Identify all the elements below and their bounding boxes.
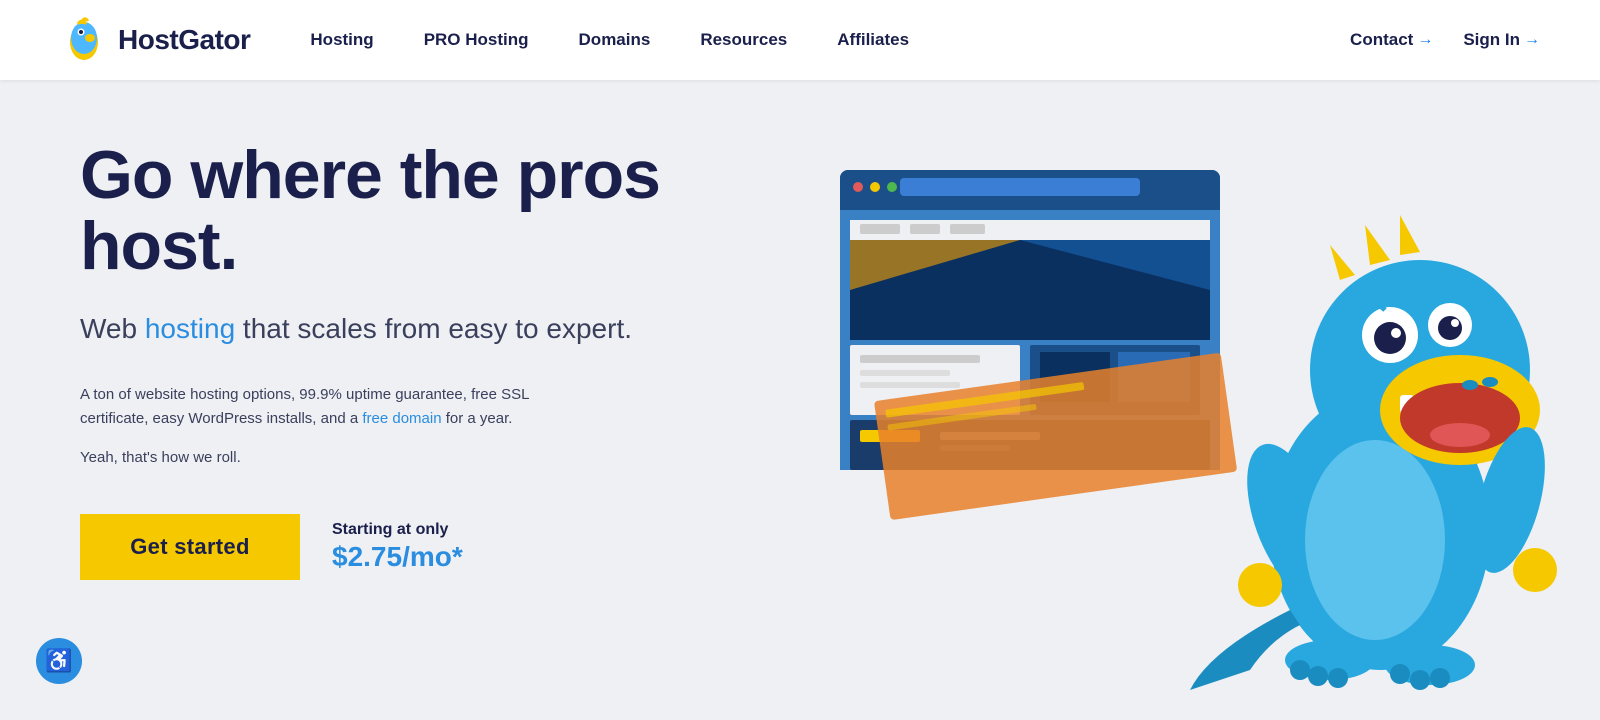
- subheadline-after: that scales from easy to expert.: [235, 313, 632, 344]
- accessibility-icon: ♿: [45, 648, 72, 674]
- illustration-area: [700, 80, 1600, 720]
- cta-area: Get started Starting at only $2.75/mo*: [80, 514, 700, 580]
- main-nav: Hosting PRO Hosting Domains Resources Af…: [310, 30, 1350, 50]
- accessibility-button[interactable]: ♿: [36, 638, 82, 684]
- gator-mascot: [1160, 170, 1580, 720]
- subheadline-highlight: hosting: [145, 313, 235, 344]
- nav-domains[interactable]: Domains: [579, 30, 651, 50]
- hero-description: A ton of website hosting options, 99.9% …: [80, 383, 560, 431]
- nav-sign-in[interactable]: Sign In →: [1463, 30, 1540, 50]
- desc-after-link: for a year.: [442, 410, 513, 427]
- subheadline-before: Web: [80, 313, 145, 344]
- free-domain-link[interactable]: free domain: [362, 410, 441, 427]
- logo-link[interactable]: HostGator: [60, 16, 250, 64]
- site-header: HostGator Hosting PRO Hosting Domains Re…: [0, 0, 1600, 80]
- logo-icon: [60, 16, 108, 64]
- nav-affiliates[interactable]: Affiliates: [837, 30, 909, 50]
- contact-arrow-icon: →: [1417, 31, 1433, 49]
- nav-contact[interactable]: Contact →: [1350, 30, 1433, 50]
- hero-subheadline: Web hosting that scales from easy to exp…: [80, 311, 700, 347]
- pricing-info: Starting at only $2.75/mo*: [332, 521, 463, 573]
- starting-label: Starting at only: [332, 521, 463, 539]
- signin-arrow-icon: →: [1524, 31, 1540, 49]
- price-display: $2.75/mo*: [332, 541, 463, 573]
- nav-pro-hosting[interactable]: PRO Hosting: [424, 30, 529, 50]
- brand-name: HostGator: [118, 24, 250, 56]
- nav-resources[interactable]: Resources: [700, 30, 787, 50]
- hero-headline: Go where the pros host.: [80, 140, 700, 283]
- nav-right-area: Contact → Sign In →: [1350, 30, 1540, 50]
- nav-hosting[interactable]: Hosting: [310, 30, 373, 50]
- get-started-button[interactable]: Get started: [80, 514, 300, 580]
- hero-tagline: Yeah, that's how we roll.: [80, 449, 700, 466]
- hero-section: Go where the pros host. Web hosting that…: [0, 80, 1600, 720]
- hero-content: Go where the pros host. Web hosting that…: [80, 140, 700, 580]
